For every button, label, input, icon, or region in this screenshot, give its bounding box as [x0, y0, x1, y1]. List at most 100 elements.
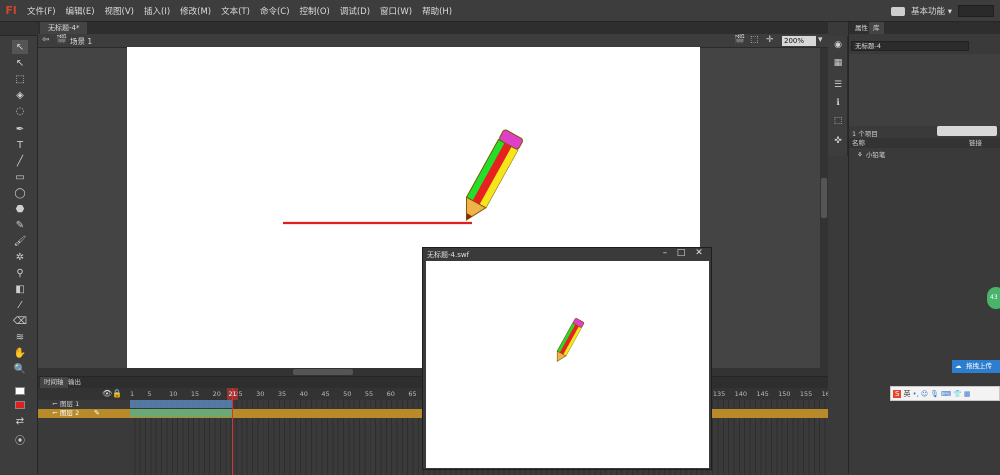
menu-debug[interactable]: 调试(D) [335, 5, 375, 17]
close-icon[interactable]: ✕ [691, 248, 707, 260]
pencil-symbol[interactable] [457, 129, 524, 225]
floating-speed-badge[interactable]: 43 [987, 287, 1000, 309]
frame-span[interactable] [130, 400, 232, 408]
ime-mode-label[interactable]: 英 [903, 389, 910, 399]
movieclip-icon: ⚘ [857, 151, 863, 159]
edit-scene-icon[interactable]: 🎬 [734, 35, 745, 45]
playhead-frame-number[interactable]: 21 [227, 388, 238, 400]
menu-insert[interactable]: 插入(I) [139, 5, 175, 17]
brush-tool-icon[interactable]: 🖌 [12, 234, 28, 248]
text-tool-icon[interactable]: T [12, 138, 28, 152]
punctuation-icon[interactable]: •, [912, 390, 918, 398]
pen-tool-icon[interactable]: ✒ [12, 122, 28, 136]
info-panel-icon[interactable]: ℹ [833, 98, 843, 108]
chevron-down-icon[interactable]: ▾ [818, 35, 823, 45]
eyedropper-tool-icon[interactable]: ⁄ [12, 298, 28, 312]
paint-bucket-tool-icon[interactable]: ◧ [12, 282, 28, 296]
fill-color-swatch[interactable] [12, 398, 28, 412]
swf-preview-window[interactable]: 无标题-4.swf – □ ✕ [422, 247, 712, 470]
frame-number: 45 [321, 390, 330, 398]
swatches-panel-icon[interactable]: ▦ [833, 58, 843, 68]
menu-file[interactable]: 文件(F) [22, 5, 61, 17]
frame-number: 35 [277, 390, 287, 398]
sogou-icon[interactable]: S [893, 389, 902, 398]
sync-icon[interactable] [891, 6, 906, 16]
menu-commands[interactable]: 命令(C) [255, 5, 295, 17]
help-search-input[interactable] [958, 5, 994, 17]
menu-help[interactable]: 帮助(H) [417, 5, 457, 17]
menu-view[interactable]: 视图(V) [100, 5, 139, 17]
frame-number: 140 [734, 390, 748, 398]
menu-window[interactable]: 窗口(W) [375, 5, 417, 17]
column-name[interactable]: 名称 [852, 138, 865, 148]
cloud-upload-button[interactable]: ☁ 拖拽上传 [952, 360, 1000, 373]
app-logo: Fl [5, 4, 17, 17]
frame-number: 40 [299, 390, 308, 398]
lasso-tool-icon[interactable]: ◌ [12, 104, 28, 118]
layer-name[interactable]: 图层 1 [60, 400, 79, 409]
minimize-icon[interactable]: – [657, 248, 673, 260]
menu-text[interactable]: 文本(T) [216, 5, 255, 17]
bone-tool-icon[interactable]: ⚲ [12, 266, 28, 280]
edit-symbols-icon[interactable]: ⬚ [750, 35, 759, 45]
deco-tool-icon[interactable]: ✲ [12, 250, 28, 264]
microphone-icon[interactable]: 🎙 [930, 390, 939, 398]
hand-tool-icon[interactable]: ✋ [12, 346, 28, 360]
layer-name[interactable]: 图层 2 [60, 409, 79, 418]
frame-number: 5 [147, 390, 152, 398]
eye-icon[interactable]: 👁 [102, 389, 112, 398]
ime-toolbar[interactable]: S 英 •, ☺ 🎙 ⌨ 👕 ▦ [890, 386, 1000, 401]
center-stage-icon[interactable]: ✛ [766, 35, 774, 45]
line-tool-icon[interactable]: ╱ [12, 154, 28, 168]
align-panel-icon[interactable]: ☰ [833, 80, 843, 90]
cloud-icon: ☁ [955, 362, 962, 370]
workspace-switcher[interactable]: 基本功能 ▾ [911, 5, 952, 17]
library-search-input[interactable] [937, 126, 997, 136]
toolbox-icon[interactable]: ▦ [964, 390, 971, 398]
pencil-tool-icon[interactable]: ✎ [12, 218, 28, 232]
components-panel-icon[interactable]: ✜ [833, 136, 843, 146]
library-column-header: 名称 链接 [849, 138, 1000, 148]
playhead[interactable] [232, 388, 233, 475]
frame-span[interactable] [130, 409, 232, 417]
lock-icon[interactable]: 🔒 [112, 389, 122, 398]
frame-number: 145 [756, 390, 769, 398]
zoom-tool-icon[interactable]: 🔍 [12, 362, 28, 376]
library-document-select[interactable]: 无标题-4 [851, 41, 969, 51]
selection-tool-icon[interactable]: ↖ [12, 40, 28, 54]
keyboard-icon[interactable]: ⌨ [941, 390, 951, 398]
tab-library[interactable]: 库 [869, 22, 884, 34]
menu-modify[interactable]: 修改(M) [175, 5, 216, 17]
rectangle-tool-icon[interactable]: ▭ [12, 170, 28, 184]
frame-number: 30 [256, 390, 265, 398]
layer-icon: ⌐ [52, 400, 58, 408]
swf-window-title: 无标题-4.swf [427, 251, 470, 259]
emoji-icon[interactable]: ☺ [921, 390, 928, 398]
menu-control[interactable]: 控制(O) [295, 5, 335, 17]
maximize-icon[interactable]: □ [673, 248, 689, 260]
stage-vertical-scrollbar[interactable] [820, 48, 828, 368]
subselection-tool-icon[interactable]: ↖ [12, 56, 28, 70]
back-icon[interactable]: ⇦ [42, 35, 50, 45]
transform-panel-icon[interactable]: ⬚ [833, 116, 843, 126]
document-tab[interactable]: 无标题-4* [40, 22, 88, 34]
3d-rotation-tool-icon[interactable]: ◈ [12, 88, 28, 102]
oval-tool-icon[interactable]: ◯ [12, 186, 28, 200]
zoom-select[interactable]: 200% [782, 36, 816, 46]
library-preview [849, 54, 1000, 126]
polystar-tool-icon[interactable]: ⬣ [12, 202, 28, 216]
library-item-name[interactable]: 小铅笔 [866, 150, 886, 160]
color-panel-icon[interactable]: ◉ [833, 40, 843, 50]
cloud-upload-label: 拖拽上传 [966, 362, 992, 370]
column-link[interactable]: 链接 [969, 138, 982, 148]
eraser-tool-icon[interactable]: ⌫ [12, 314, 28, 328]
library-item[interactable]: ⚘ 小铅笔 [857, 150, 885, 160]
menu-edit[interactable]: 编辑(E) [61, 5, 100, 17]
snap-magnet-icon[interactable]: ⦿ [12, 432, 28, 447]
skin-icon[interactable]: 👕 [953, 390, 962, 398]
free-transform-tool-icon[interactable]: ⬚ [12, 72, 28, 86]
width-tool-icon[interactable]: ≋ [12, 330, 28, 344]
stroke-color-swatch[interactable] [12, 384, 28, 398]
tab-output[interactable]: 输出 [64, 377, 85, 388]
swap-colors-icon[interactable]: ⇄ [12, 414, 28, 428]
